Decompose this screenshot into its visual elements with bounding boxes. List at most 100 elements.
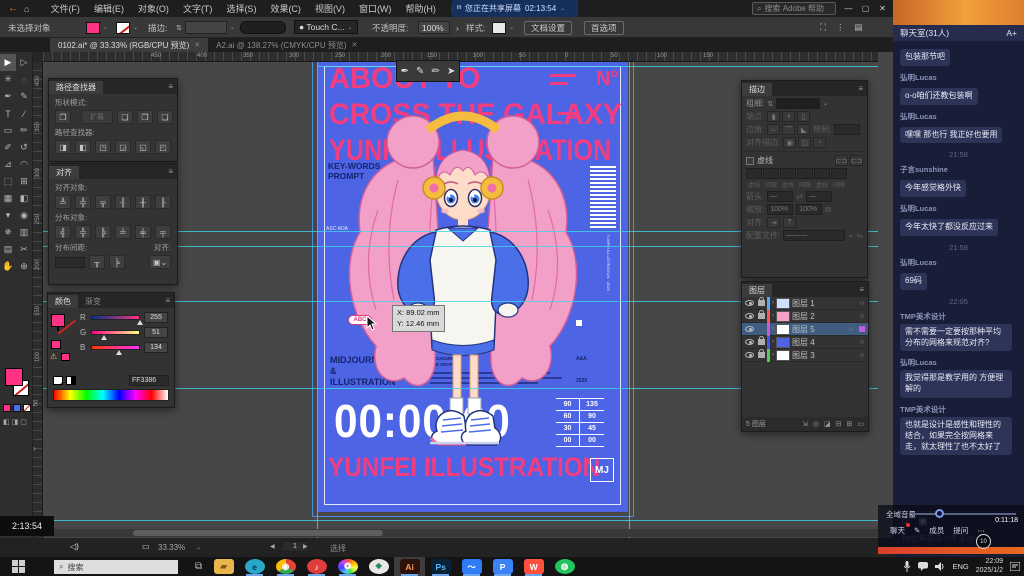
line-segment-tool[interactable]: ∕ <box>16 105 32 122</box>
mic-icon[interactable] <box>903 561 911 572</box>
expand-button[interactable]: 扩展 <box>81 110 113 124</box>
unite-icon[interactable]: ❏ <box>157 110 173 124</box>
clock[interactable]: 22:09 2025/1/2 <box>976 558 1003 574</box>
fill-color-well[interactable] <box>5 368 23 386</box>
new-sublayer-icon[interactable]: ⊟ <box>836 420 842 428</box>
minimize-button[interactable]: — <box>840 0 857 17</box>
expand-layer-icon[interactable]: › <box>772 326 774 332</box>
dash-preserve-icon[interactable]: ⊏⊐ <box>835 155 848 166</box>
dashed-checkbox[interactable] <box>746 157 754 165</box>
align-right-icon[interactable]: ╢ <box>115 195 131 209</box>
close-button[interactable]: ✕ <box>874 0 891 17</box>
stroke-center-icon[interactable]: ▣ <box>783 137 796 148</box>
flip-along-icon[interactable]: ⇋ <box>856 231 863 240</box>
expand-layer-icon[interactable]: › <box>772 300 774 306</box>
prev-artboard-icon[interactable]: ◀ <box>270 543 275 550</box>
color-spectrum[interactable] <box>53 389 169 401</box>
lock-icon[interactable] <box>758 352 765 358</box>
fill-swatch[interactable] <box>86 22 100 34</box>
opacity-more[interactable]: › <box>456 17 459 38</box>
layer-name[interactable]: 图层 4 <box>792 337 815 348</box>
gradient-tool[interactable]: ◧ <box>16 190 32 207</box>
dash-field[interactable] <box>780 168 796 179</box>
taskbar-app-illustrator[interactable]: Ai <box>394 557 425 576</box>
channel-slider[interactable] <box>91 315 140 320</box>
menubar-menu-4[interactable]: 选择(S) <box>219 2 263 15</box>
dash-field[interactable] <box>797 168 813 179</box>
zoom-level[interactable]: 33.33% <box>158 543 185 552</box>
align-bottom-icon[interactable]: ╩ <box>55 195 71 209</box>
layer-target-icon[interactable]: ○ <box>860 313 864 320</box>
lasso-tool[interactable]: ◌ <box>16 71 32 88</box>
slice-tool[interactable]: ✂ <box>16 241 32 258</box>
mini-brush-tool-icon[interactable]: ✎ <box>416 66 424 77</box>
tab-layers[interactable]: 图层 <box>742 284 772 297</box>
layer-name[interactable]: 图层 5 <box>792 324 815 335</box>
task-view-icon[interactable]: ⧉ <box>195 561 202 572</box>
column-graph-tool[interactable]: ▥ <box>16 224 32 241</box>
web-swatch[interactable] <box>61 353 70 361</box>
swap-arrows-icon[interactable]: ⇄ <box>796 192 803 201</box>
stroke-weight-field[interactable]: ⇅⌄ <box>176 17 235 38</box>
trim-icon[interactable]: ◱ <box>135 140 151 154</box>
taskbar-app-wps[interactable]: W <box>518 557 549 576</box>
direct-selection-tool[interactable]: ▷ <box>16 54 32 71</box>
document-setup-button[interactable]: 文档设置 <box>524 17 572 38</box>
document-tab-active[interactable]: 0102.ai* @ 33.33% (RGB/CPU 预览)✕ <box>50 38 208 52</box>
layer-name[interactable]: 图层 2 <box>792 311 815 322</box>
hand-tool[interactable]: ✋ <box>0 258 16 275</box>
butt-cap-icon[interactable]: ▮ <box>767 111 780 122</box>
taskbar-app-edge-browser[interactable]: e <box>239 557 270 576</box>
mini-pen-tool-icon[interactable]: ✒ <box>401 66 409 77</box>
rotate-tool[interactable]: ↺ <box>16 139 32 156</box>
chat-button[interactable]: 聊天 <box>890 525 905 536</box>
menubar-menu-6[interactable]: 视图(V) <box>308 2 352 15</box>
miter-join-icon[interactable]: ∟ <box>767 124 780 135</box>
delete-layer-icon[interactable]: ▭ <box>857 420 864 428</box>
pen-tool[interactable]: ✒ <box>0 88 16 105</box>
pen-button[interactable]: ✎ <box>914 526 920 535</box>
stroke-inside-icon[interactable]: ◫ <box>798 137 811 148</box>
ask-button[interactable]: 提问 <box>953 525 968 536</box>
brush-preview[interactable] <box>240 17 286 38</box>
fill-proxy[interactable] <box>51 314 65 327</box>
bw-swatches[interactable] <box>66 376 76 385</box>
start-button[interactable] <box>12 560 25 573</box>
visibility-eye-icon[interactable] <box>745 339 754 345</box>
chevron-down-icon[interactable]: ⌄ <box>823 100 828 107</box>
paintbrush-tool[interactable]: ✏ <box>16 122 32 139</box>
symbol-sprayer-tool[interactable]: ✵ <box>0 224 16 241</box>
panel-menu-icon[interactable]: ≡ <box>859 285 864 294</box>
menubar-menu-2[interactable]: 对象(O) <box>131 2 176 15</box>
dist-top-icon[interactable]: ╤ <box>155 225 171 239</box>
stroke-none-swatch[interactable] <box>116 22 130 34</box>
none-color-icon[interactable] <box>53 376 63 385</box>
taskbar-app-file-explorer[interactable]: ▰ <box>208 557 239 576</box>
link-scale-icon[interactable]: ⧉ <box>825 205 831 215</box>
document-tab-inactive[interactable]: A2.ai @ 138.27% (CMYK/CPU 预览)✕ <box>208 38 365 52</box>
draw-normal-icon[interactable]: ◧ <box>3 418 10 426</box>
taskbar-app-app-green[interactable]: ◍ <box>549 557 580 576</box>
visibility-eye-icon[interactable] <box>745 300 754 306</box>
visibility-eye-icon[interactable] <box>745 352 754 358</box>
preferences-button[interactable]: 首选项 <box>584 17 624 38</box>
close-tab-icon[interactable]: ✕ <box>194 41 200 49</box>
blend-tool[interactable]: ◉ <box>16 207 32 224</box>
tab-color[interactable]: 颜色 <box>48 295 78 308</box>
panel-menu-icon[interactable]: ≡ <box>168 167 173 176</box>
taskbar-app-photoshop[interactable]: Ps <box>425 557 456 576</box>
tab-pathfinder[interactable]: 路径查找器 <box>49 81 103 94</box>
slider-thumb[interactable] <box>935 509 944 518</box>
next-artboard-icon[interactable]: ▶ <box>303 543 308 550</box>
adobe-help-search[interactable]: ⌕ 搜索 Adobe 帮助 <box>752 2 836 15</box>
tab-align[interactable]: 对齐 <box>49 166 79 179</box>
dist-h-center-icon[interactable]: ╬ <box>75 225 91 239</box>
layer-row-1[interactable]: ›图层 1○ <box>742 297 868 310</box>
expand-layer-icon[interactable]: › <box>772 352 774 358</box>
align-left-icon[interactable]: ╟ <box>155 195 171 209</box>
pencil-tool[interactable]: ✐ <box>0 139 16 156</box>
volume-slider[interactable] <box>912 513 1016 515</box>
align-h-center-icon[interactable]: ╫ <box>135 195 151 209</box>
members-button[interactable]: 成员 <box>929 525 944 536</box>
mini-cursor-tool-icon[interactable]: ➤ <box>447 66 455 77</box>
